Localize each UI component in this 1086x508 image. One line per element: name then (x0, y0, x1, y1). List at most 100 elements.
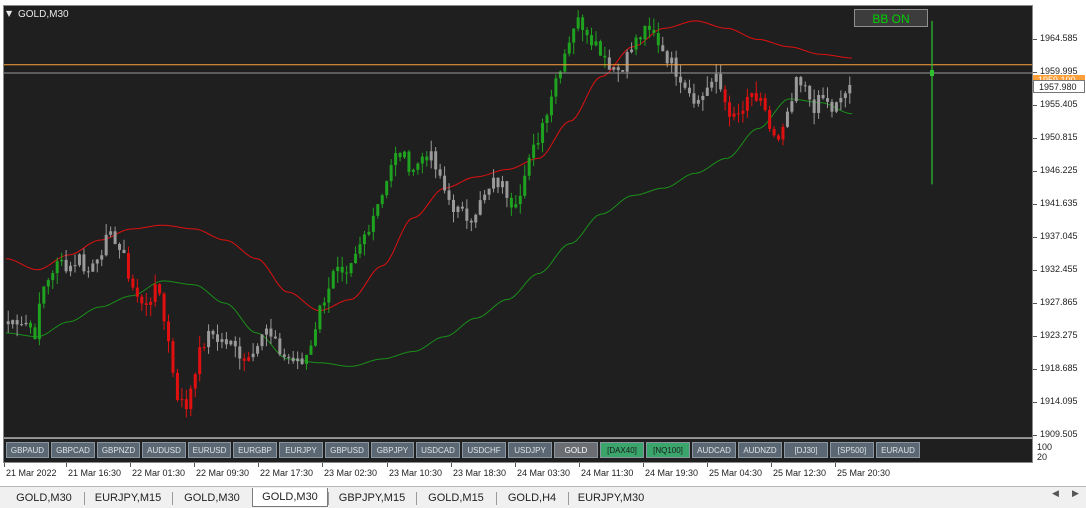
price-label: 1964.585 (1040, 33, 1078, 43)
price-tick (1033, 72, 1037, 73)
chart-tab[interactable]: GOLD,M30 (172, 489, 252, 507)
symbol-button[interactable]: [SP500] (830, 442, 874, 458)
symbol-button[interactable]: GBPAUD (6, 442, 49, 458)
candle-body (817, 95, 821, 113)
time-tick (835, 463, 836, 467)
candle-body (358, 244, 362, 254)
candle-body (799, 77, 803, 86)
chart-tab[interactable]: GOLD,M30 (4, 489, 84, 507)
time-tick (451, 463, 452, 467)
candle-body (469, 220, 473, 223)
candle-body (425, 156, 429, 161)
candle-body (701, 95, 705, 100)
chart-symbol-title: GOLD,M30 (18, 9, 69, 20)
candle-body (340, 266, 344, 273)
time-label: 22 Mar 09:30 (196, 468, 250, 478)
symbol-button[interactable]: EURGBP (233, 442, 277, 458)
triangle-down-icon[interactable]: ▼ (6, 9, 12, 18)
bb-toggle-button[interactable]: BB ON (854, 9, 928, 27)
candle-body (278, 338, 282, 355)
candle-body (549, 96, 553, 116)
symbol-button[interactable]: EURAUD (876, 442, 920, 458)
price-label: 1955.405 (1040, 99, 1078, 109)
candle-body (621, 70, 625, 72)
symbol-button[interactable]: [DAX40] (600, 442, 644, 458)
time-label: 24 Mar 03:30 (517, 468, 571, 478)
symbol-button[interactable]: GBPJPY (371, 442, 414, 458)
candle-body (349, 263, 353, 274)
candle-body (826, 98, 830, 102)
price-tick (1033, 303, 1037, 304)
candle-body (683, 82, 687, 88)
candle-body (443, 175, 447, 191)
candle-body (91, 263, 95, 272)
active-chart-tab[interactable]: GOLD,M30 (252, 488, 328, 507)
candle-body (264, 328, 268, 335)
symbol-button[interactable]: GOLD (554, 442, 598, 458)
candle-body (821, 95, 825, 99)
candle-body (287, 356, 291, 358)
candle-body (790, 101, 794, 112)
time-axis: 21 Mar 2022 21 Mar 16:30 22 Mar 01:30 22 Ma… (3, 463, 1033, 483)
candle-body (118, 243, 122, 250)
time-tick (322, 463, 323, 467)
candle-body (728, 102, 732, 117)
symbol-button[interactable]: GBPCAD (51, 442, 95, 458)
symbol-button[interactable]: AUDCAD (692, 442, 736, 458)
price-tick (1033, 402, 1037, 403)
chart-tab[interactable]: GBPJPY,M15 (328, 489, 416, 507)
candle-body (15, 320, 19, 325)
price-tick (1033, 204, 1037, 205)
candle-body (456, 206, 460, 213)
chart-tab[interactable]: GOLD,H4 (496, 489, 568, 507)
chart-tab[interactable]: EURJPY,M30 (568, 489, 654, 507)
time-tick (579, 463, 580, 467)
triangle-right-icon[interactable]: ▶ (1072, 489, 1079, 499)
symbol-button[interactable]: USDCAD (416, 442, 460, 458)
symbol-button[interactable]: AUDNZD (738, 442, 782, 458)
time-label: 24 Mar 19:30 (645, 468, 699, 478)
chart-tab[interactable]: GOLD,M15 (416, 489, 496, 507)
candle-body (131, 278, 135, 288)
candle-body (291, 357, 295, 362)
candle-body (434, 151, 438, 170)
candle-body (572, 28, 576, 43)
chart-tab[interactable]: EURJPY,M15 (84, 489, 172, 507)
candle-body (719, 73, 723, 90)
time-tick (387, 463, 388, 467)
candle-body (665, 51, 669, 64)
candle-body (741, 110, 745, 114)
candle-body (238, 346, 242, 359)
candle-body (113, 231, 117, 244)
candle-body (385, 181, 389, 196)
symbol-button[interactable]: USDCHF (462, 442, 506, 458)
candle-body (732, 113, 736, 117)
candle-body (64, 259, 68, 272)
candle-body (411, 169, 415, 172)
candle-body (598, 41, 602, 56)
candle-body (585, 29, 589, 36)
symbol-button[interactable]: [NQ100] (646, 442, 690, 458)
symbol-button[interactable]: [DJ30] (784, 442, 828, 458)
candle-body (144, 303, 148, 305)
price-tick (1033, 435, 1037, 436)
price-tick (1033, 138, 1037, 139)
candle-body (505, 181, 509, 198)
triangle-left-icon[interactable]: ◀ (1052, 489, 1059, 499)
symbol-button[interactable]: EURUSD (188, 442, 231, 458)
candle-body (394, 153, 398, 166)
main-chart-window[interactable] (3, 5, 1033, 438)
price-tick (1033, 105, 1037, 106)
candle-body (536, 142, 540, 145)
symbol-button[interactable]: EURJPY (279, 442, 323, 458)
symbol-button[interactable]: AUDUSD (142, 442, 186, 458)
symbol-button[interactable]: GBPNZD (97, 442, 140, 458)
candle-body (135, 287, 139, 297)
symbol-button[interactable]: USDJPY (508, 442, 552, 458)
candle-body (509, 197, 513, 208)
symbol-button[interactable]: GBPUSD (325, 442, 369, 458)
price-label: 1914.095 (1040, 396, 1078, 406)
candle-body (750, 93, 754, 97)
candle-body (714, 73, 718, 82)
price-chart[interactable] (4, 6, 1032, 437)
